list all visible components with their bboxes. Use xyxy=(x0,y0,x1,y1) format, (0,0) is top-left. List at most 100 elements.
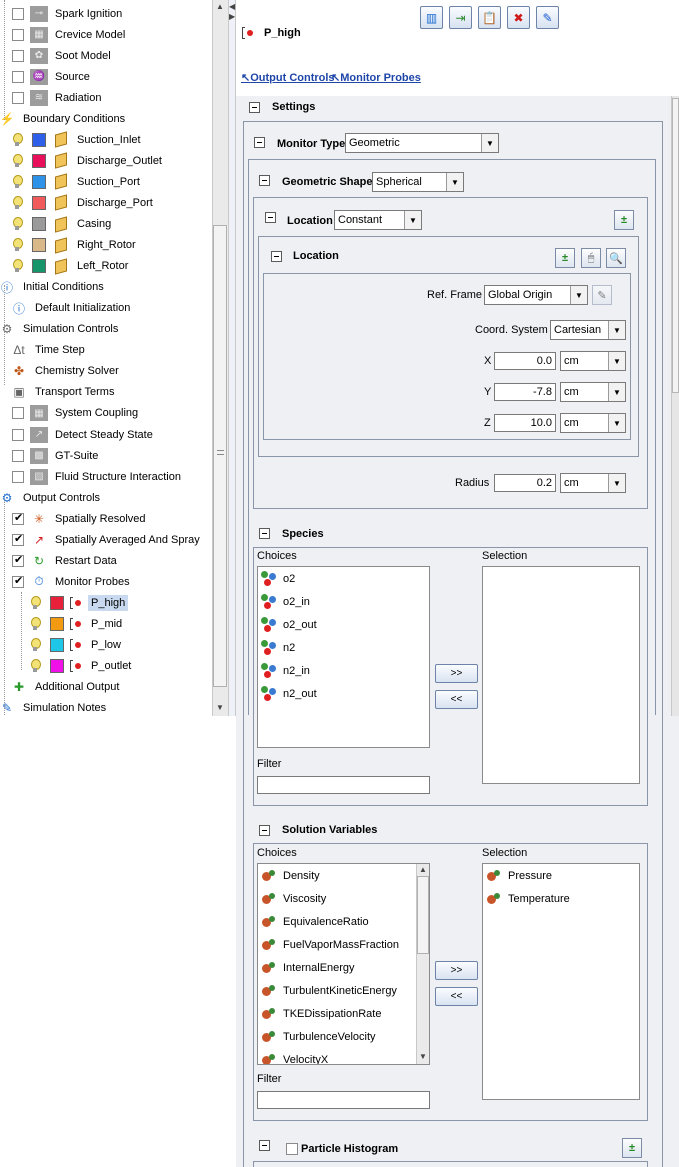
tree-item-radiation[interactable]: ≋ Radiation xyxy=(12,87,104,108)
geometric-shape-collapse-icon[interactable] xyxy=(259,175,270,186)
tree-item-spark-ignition[interactable]: ⊸ Spark Ignition xyxy=(12,3,125,24)
geometric-shape-select[interactable]: Spherical ▼ xyxy=(372,172,464,192)
mouse-pick-button[interactable]: 🖱 xyxy=(581,248,601,268)
particle-histogram-add-remove-button[interactable]: ± xyxy=(622,1138,642,1158)
tree-checkbox[interactable] xyxy=(12,70,24,83)
location-collapse-icon[interactable] xyxy=(265,212,276,223)
tree-item-monitor-probes[interactable]: ⏱ Monitor Probes xyxy=(12,571,133,592)
export-button[interactable]: ⇥ xyxy=(449,6,472,29)
tree-item-discharge-outlet[interactable]: Discharge_Outlet xyxy=(12,150,165,171)
list-item[interactable]: TurbulentKineticEnergy xyxy=(258,979,429,1002)
species-filter-input[interactable] xyxy=(257,776,430,794)
y-unit-select[interactable]: cm ▼ xyxy=(560,382,626,402)
tree-checkbox[interactable] xyxy=(12,574,24,588)
panel-scrollbar[interactable] xyxy=(671,96,679,716)
visibility-bulb-icon[interactable] xyxy=(30,659,41,673)
color-swatch[interactable] xyxy=(50,595,64,610)
edit-button[interactable]: ✎ xyxy=(536,6,559,29)
edit-frame-button[interactable]: ✎ xyxy=(592,285,612,305)
visibility-bulb-icon[interactable] xyxy=(30,595,41,610)
apply-button[interactable]: ▥ xyxy=(420,6,443,29)
tree-item-p-mid[interactable]: P_mid xyxy=(30,613,125,634)
list-item[interactable]: InternalEnergy xyxy=(258,956,429,979)
color-swatch[interactable] xyxy=(50,616,64,631)
solution-variables-choices-list[interactable]: Density Viscosity EquivalenceRatio FuelVapo… xyxy=(257,863,430,1065)
color-swatch[interactable] xyxy=(32,238,46,253)
species-remove-button[interactable]: << xyxy=(435,690,478,709)
visibility-bulb-icon[interactable] xyxy=(12,132,23,147)
solution-variables-scrollbar-thumb[interactable] xyxy=(417,876,429,954)
list-item[interactable]: TKEDissipationRate xyxy=(258,1002,429,1025)
list-item[interactable]: n2_out xyxy=(258,682,429,705)
location-type-select[interactable]: Constant ▼ xyxy=(334,210,422,230)
tree-item-initial-conditions[interactable]: ⓘ Initial Conditions xyxy=(0,277,107,298)
divider-right-arrow-icon[interactable]: ▶ xyxy=(229,12,235,21)
list-item[interactable]: o2_out xyxy=(258,613,429,636)
list-item[interactable]: EquivalenceRatio xyxy=(258,910,429,933)
tree-item-system-coupling[interactable]: ▦ System Coupling xyxy=(12,403,141,424)
divider-left-arrow-icon[interactable]: ◀ xyxy=(229,2,235,11)
coord-system-select[interactable]: Cartesian ▼ xyxy=(550,320,626,340)
list-item[interactable]: Temperature xyxy=(483,887,639,910)
zoom-button[interactable]: 🔍 xyxy=(606,248,626,268)
species-choices-list[interactable]: o2 o2_in o2_out n2 n2_in n2_out xyxy=(257,566,430,748)
species-add-button[interactable]: >> xyxy=(435,664,478,683)
list-item[interactable]: o2 xyxy=(258,567,429,590)
tree-checkbox[interactable] xyxy=(12,532,24,546)
solution-variables-add-button[interactable]: >> xyxy=(435,961,478,980)
tree-item-p-low[interactable]: P_low xyxy=(30,635,124,656)
color-swatch[interactable] xyxy=(32,153,46,168)
tree-checkbox[interactable] xyxy=(12,553,24,567)
visibility-bulb-icon[interactable] xyxy=(12,174,23,189)
solution-variables-remove-button[interactable]: << xyxy=(435,987,478,1006)
species-selection-list[interactable] xyxy=(482,566,640,784)
particle-histogram-collapse-icon[interactable] xyxy=(259,1140,270,1151)
ref-frame-select[interactable]: Global Origin ▼ xyxy=(484,285,588,305)
tree-item-p-high[interactable]: P_high xyxy=(30,592,129,613)
visibility-bulb-icon[interactable] xyxy=(30,616,41,631)
tree-item-spatially-averaged-and-spray[interactable]: ↗ Spatially Averaged And Spray xyxy=(12,529,203,550)
tree-item-additional-output[interactable]: ✚ Additional Output xyxy=(10,677,122,698)
visibility-bulb-icon[interactable] xyxy=(12,195,23,210)
particle-histogram-checkbox[interactable] xyxy=(286,1143,298,1155)
visibility-bulb-icon[interactable] xyxy=(12,259,23,273)
link-monitor-probes[interactable]: ↖Monitor Probes xyxy=(331,71,421,84)
tree-checkbox[interactable] xyxy=(12,407,24,420)
color-swatch[interactable] xyxy=(32,174,46,189)
list-item[interactable]: FuelVaporMassFraction xyxy=(258,933,429,956)
paste-button[interactable]: 📋 xyxy=(478,6,501,29)
tree-item-output-controls[interactable]: ⚙ Output Controls xyxy=(0,487,103,508)
visibility-bulb-icon[interactable] xyxy=(12,217,23,231)
tree-item-fluid-structure-interaction[interactable]: ▧ Fluid Structure Interaction xyxy=(12,466,184,487)
link-output-controls[interactable]: ↖Output Controls xyxy=(241,71,335,84)
tree-item-casing[interactable]: Casing xyxy=(12,214,114,235)
scroll-down-icon[interactable]: ▼ xyxy=(216,703,224,712)
tree-checkbox[interactable] xyxy=(12,470,24,483)
y-input[interactable]: -7.8 xyxy=(494,383,556,401)
tree-checkbox[interactable] xyxy=(12,28,24,41)
monitor-type-select[interactable]: Geometric ▼ xyxy=(345,133,499,153)
tree-item-source[interactable]: ♒ Source xyxy=(12,66,93,87)
tree-checkbox[interactable] xyxy=(12,428,24,441)
x-input[interactable]: 0.0 xyxy=(494,352,556,370)
tree-item-detect-steady-state[interactable]: ↗ Detect Steady State xyxy=(12,424,156,445)
tree-item-boundary-conditions[interactable]: ⚡ Boundary Conditions xyxy=(0,108,128,129)
tree-item-simulation-notes[interactable]: ✎ Simulation Notes xyxy=(0,698,109,716)
panel-scrollbar-thumb[interactable] xyxy=(672,98,679,393)
tree-item-p-outlet[interactable]: P_outlet xyxy=(30,656,134,677)
list-item[interactable]: n2_in xyxy=(258,659,429,682)
color-swatch[interactable] xyxy=(32,217,46,231)
tree-item-right-rotor[interactable]: Right_Rotor xyxy=(12,235,139,256)
color-swatch[interactable] xyxy=(32,132,46,147)
tree-item-gt-suite[interactable]: ▩ GT-Suite xyxy=(12,445,101,466)
location-inner-collapse-icon[interactable] xyxy=(271,251,282,262)
list-item[interactable]: Viscosity xyxy=(258,887,429,910)
settings-collapse-icon[interactable] xyxy=(249,102,260,113)
delete-button[interactable]: ✖ xyxy=(507,6,530,29)
color-swatch[interactable] xyxy=(32,259,46,274)
radius-unit-select[interactable]: cm ▼ xyxy=(560,473,626,493)
list-item[interactable]: VelocityX xyxy=(258,1048,429,1064)
radius-input[interactable]: 0.2 xyxy=(494,474,556,492)
tree-item-transport-terms[interactable]: ▣ Transport Terms xyxy=(10,382,117,403)
tree-scrollbar-thumb[interactable] xyxy=(213,225,227,687)
